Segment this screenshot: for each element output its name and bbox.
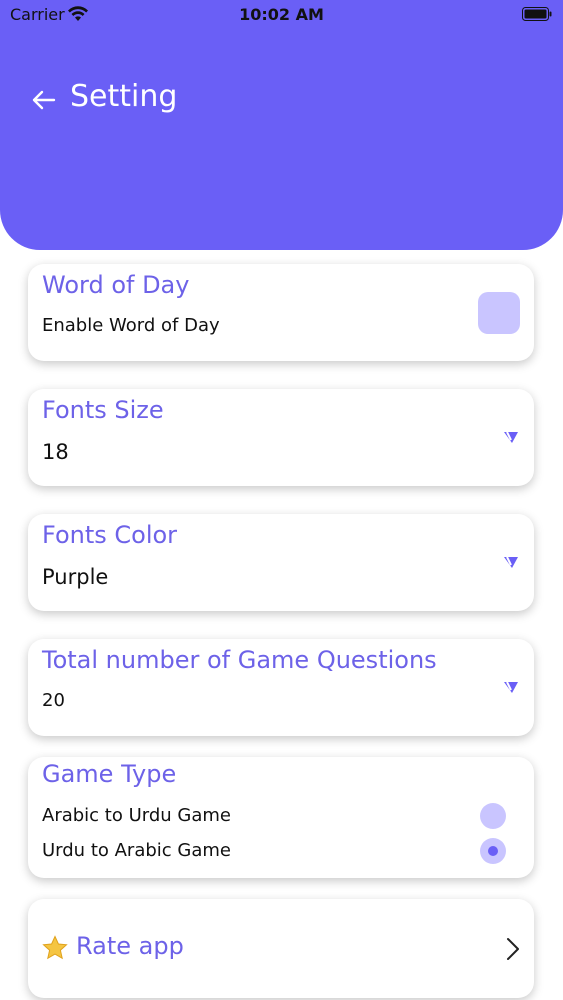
fonts-size-card[interactable]: Fonts Size 18 [28, 389, 534, 486]
rate-app-label: Rate app [76, 932, 184, 960]
dropdown-icon[interactable] [502, 429, 520, 445]
battery-icon [522, 7, 552, 21]
game-type-option-label: Arabic to Urdu Game [42, 805, 231, 826]
dropdown-icon[interactable] [502, 679, 520, 695]
word-of-day-title: Word of Day [42, 271, 190, 299]
dropdown-icon[interactable] [502, 554, 520, 570]
back-arrow-icon[interactable] [30, 86, 58, 114]
fonts-size-title: Fonts Size [42, 396, 164, 424]
chevron-right-icon[interactable] [506, 937, 520, 961]
status-bar: Carrier 10:02 AM [0, 0, 563, 30]
game-questions-value: 20 [42, 690, 65, 711]
game-questions-title: Total number of Game Questions [42, 646, 437, 674]
word-of-day-card: Word of Day Enable Word of Day [28, 264, 534, 361]
fonts-color-value: Purple [42, 565, 109, 589]
enable-word-of-day-label: Enable Word of Day [42, 315, 220, 336]
rate-app-card[interactable]: Rate app [28, 899, 534, 998]
page-title: Setting [70, 79, 178, 114]
game-type-card: Game Type Arabic to Urdu Game Urdu to Ar… [28, 757, 534, 878]
star-icon [42, 935, 68, 960]
game-questions-card[interactable]: Total number of Game Questions 20 [28, 639, 534, 736]
app-header: Carrier 10:02 AM Setting [0, 0, 563, 250]
radio-selected-dot [488, 846, 498, 856]
game-type-title: Game Type [42, 760, 177, 788]
word-of-day-checkbox[interactable] [478, 292, 520, 334]
fonts-color-title: Fonts Color [42, 521, 178, 549]
fonts-color-card[interactable]: Fonts Color Purple [28, 514, 534, 611]
game-type-option-label: Urdu to Arabic Game [42, 840, 231, 861]
fonts-size-value: 18 [42, 440, 69, 464]
arabic-to-urdu-radio[interactable] [480, 803, 506, 829]
status-time: 10:02 AM [239, 5, 324, 24]
urdu-to-arabic-radio[interactable] [480, 838, 506, 864]
